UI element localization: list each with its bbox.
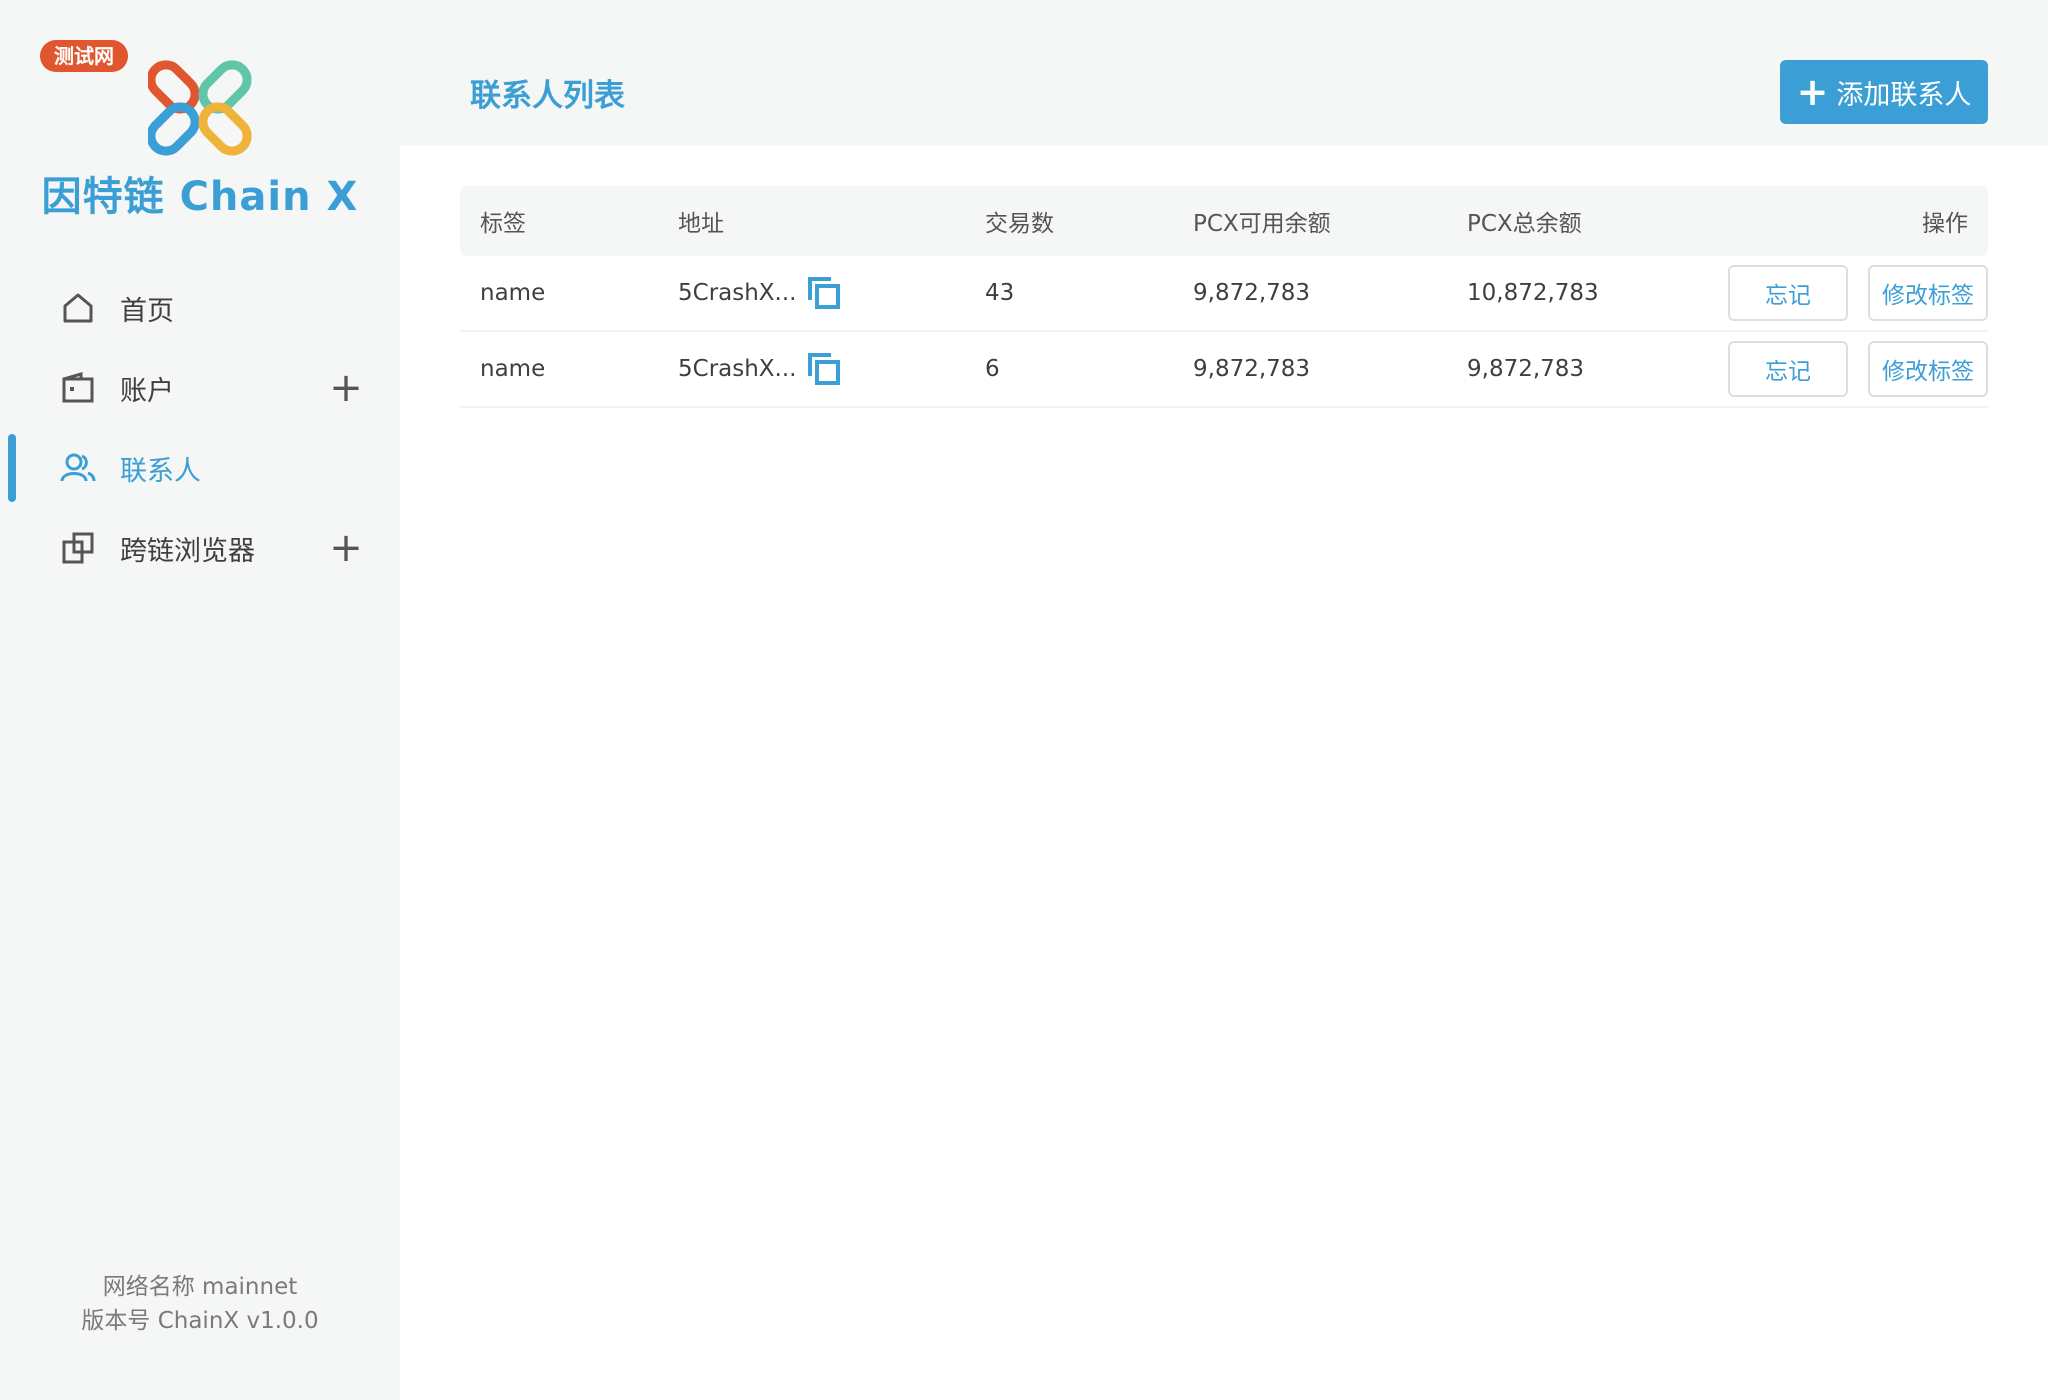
address-text: 5CrashX... — [678, 356, 797, 382]
contacts-table: 标签 地址 交易数 PCX可用余额 PCX总余额 操作 name 5CrashX… — [460, 186, 1988, 408]
version-number: 版本号 ChainX v1.0.0 — [81, 1308, 319, 1334]
edit-label-button[interactable]: 修改标签 — [1868, 341, 1988, 397]
home-icon — [58, 288, 98, 328]
sidebar-item-label: 首页 — [120, 295, 174, 327]
cross-chain-plus-icon[interactable]: + — [328, 528, 364, 568]
contact-label: name — [480, 356, 546, 382]
sidebar-item-label: 联系人 — [120, 455, 201, 487]
sidebar: 测试网 因特链 Chain X 首页 账户 + 联系人 跨链浏览器 + 网络名称… — [0, 0, 400, 1400]
contact-address: 5CrashX... — [678, 276, 985, 310]
sidebar-item-home[interactable]: 首页 — [0, 268, 400, 348]
column-header-available: PCX可用余额 — [1193, 211, 1331, 237]
wallet-icon — [58, 368, 98, 408]
table-row: name 5CrashX... 43 9,872,783 10,872,783 … — [460, 256, 1988, 332]
page-title: 联系人列表 — [470, 78, 625, 114]
add-contact-button[interactable]: + 添加联系人 — [1780, 60, 1988, 124]
row-actions: 忘记 修改标签 — [1707, 341, 1988, 397]
sidebar-item-label: 跨链浏览器 — [120, 535, 255, 567]
pcx-total: 9,872,783 — [1467, 356, 1585, 382]
network-name: 网络名称 mainnet — [102, 1274, 298, 1300]
row-actions: 忘记 修改标签 — [1707, 265, 1988, 321]
column-header-total: PCX总余额 — [1467, 211, 1582, 237]
tx-count: 43 — [985, 280, 1015, 306]
column-header-label: 标签 — [480, 211, 526, 237]
add-contact-label: 添加联系人 — [1836, 79, 1972, 111]
contact-address: 5CrashX... — [678, 352, 985, 386]
chainx-logo-icon — [148, 60, 252, 156]
sidebar-item-cross-chain-explorer[interactable]: 跨链浏览器 + — [0, 508, 400, 588]
testnet-badge: 测试网 — [40, 40, 128, 72]
add-account-plus-icon[interactable]: + — [328, 368, 364, 408]
tx-count: 6 — [985, 356, 1000, 382]
contact-label: name — [480, 280, 546, 306]
column-header-address: 地址 — [678, 211, 724, 237]
network-info: 网络名称 mainnet 版本号 ChainX v1.0.0 — [0, 1270, 400, 1338]
edit-label-button[interactable]: 修改标签 — [1868, 265, 1988, 321]
pcx-total: 10,872,783 — [1467, 280, 1599, 306]
column-header-tx-count: 交易数 — [985, 211, 1054, 237]
pcx-available: 9,872,783 — [1193, 356, 1311, 382]
table-row: name 5CrashX... 6 9,872,783 9,872,783 忘记… — [460, 332, 1988, 408]
pcx-available: 9,872,783 — [1193, 280, 1311, 306]
copy-icon[interactable] — [807, 276, 841, 310]
page-header: 联系人列表 + 添加联系人 — [400, 0, 2048, 146]
forget-button[interactable]: 忘记 — [1728, 341, 1848, 397]
copy-icon[interactable] — [807, 352, 841, 386]
address-text: 5CrashX... — [678, 280, 797, 306]
column-header-actions: 操作 — [1922, 211, 1968, 237]
table-header: 标签 地址 交易数 PCX可用余额 PCX总余额 操作 — [460, 186, 1988, 256]
plus-icon: + — [1796, 70, 1829, 114]
sidebar-item-label: 账户 — [120, 375, 174, 407]
forget-button[interactable]: 忘记 — [1728, 265, 1848, 321]
contacts-icon — [58, 448, 98, 488]
sidebar-item-contacts[interactable]: 联系人 — [0, 428, 400, 508]
sidebar-item-accounts[interactable]: 账户 + — [0, 348, 400, 428]
logo-text: 因特链 Chain X — [41, 174, 359, 220]
cross-chain-icon — [58, 528, 98, 568]
sidebar-nav: 首页 账户 + 联系人 跨链浏览器 + — [0, 268, 400, 588]
